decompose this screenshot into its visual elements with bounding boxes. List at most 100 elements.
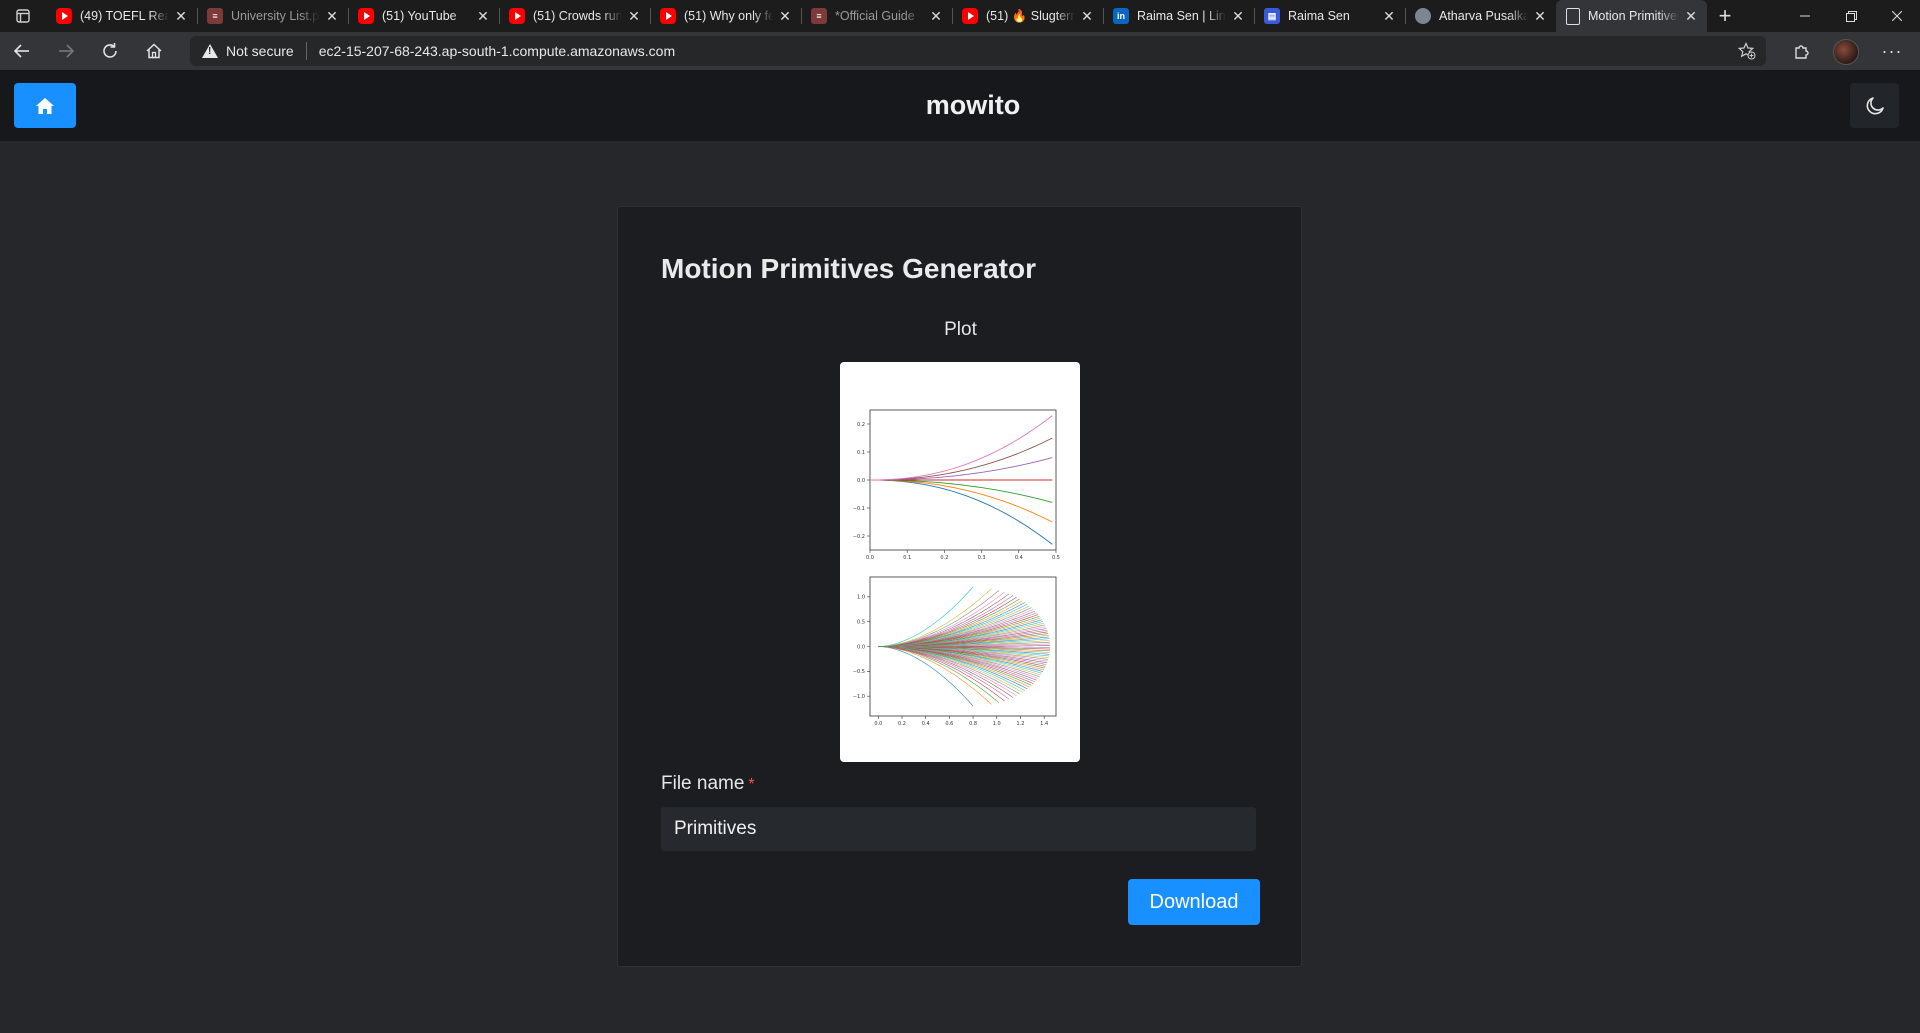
- tab-title: Motion Primitives: [1588, 9, 1679, 23]
- plot-label: Plot: [944, 319, 977, 340]
- more-icon: ···: [1881, 40, 1903, 61]
- minimize-button[interactable]: [1782, 0, 1828, 32]
- tab-title: (51) 🔥 Slugterra: [986, 8, 1075, 23]
- puzzle-icon: [1795, 45, 1809, 59]
- extensions-button[interactable]: [1782, 32, 1822, 70]
- y-tick-label: 0.5: [857, 619, 865, 625]
- youtube-icon: [660, 8, 676, 24]
- globe-icon: [1415, 8, 1431, 24]
- browser-tab[interactable]: in Raima Sen | LinkedIn ✕: [1103, 0, 1254, 32]
- browser-tab[interactable]: (51) Why only fe ✕: [650, 0, 801, 32]
- house-icon: [146, 43, 162, 59]
- browser-tab[interactable]: ▤ Raima Sen ✕: [1254, 0, 1405, 32]
- tab-close-icon[interactable]: ✕: [1683, 8, 1699, 25]
- tab-list: (49) TOEFL Reading ✕ ≡ University List.pdf ✕…: [46, 0, 1707, 32]
- security-label: Not secure: [226, 43, 294, 59]
- tab-close-icon[interactable]: ✕: [475, 8, 491, 25]
- browser-tab[interactable]: ≡ *Official Guide ✕: [801, 0, 952, 32]
- browser-tab[interactable]: ≡ University List.pdf ✕: [197, 0, 348, 32]
- y-tick-label: 0.1: [857, 450, 865, 456]
- browser-tab[interactable]: (51) YouTube ✕: [348, 0, 499, 32]
- y-tick-label: −1.0: [853, 694, 865, 700]
- back-button[interactable]: [0, 32, 44, 70]
- browser-tab[interactable]: (51) 🔥 Slugterra ✕: [952, 0, 1103, 32]
- y-tick-label: −0.5: [853, 669, 865, 675]
- download-button[interactable]: Download: [1128, 879, 1260, 925]
- close-window-button[interactable]: [1874, 0, 1920, 32]
- site-info-button[interactable]: Not secure: [190, 43, 294, 59]
- tab-close-icon[interactable]: ✕: [173, 8, 189, 25]
- x-tick-label: 0.8: [969, 721, 977, 727]
- app-header: mowito: [0, 70, 1920, 141]
- window-controls: [1782, 0, 1920, 32]
- document-icon: ≡: [811, 8, 827, 24]
- document-icon: ≡: [207, 8, 223, 24]
- primitives-plot: 0.0 0.1 0.2 0.3 0.4 0.5 0.2 0.1 0.0 −0.1 −0.2 0.0 0.…: [853, 409, 1060, 727]
- y-tick-label: 0.0: [857, 478, 865, 484]
- address-bar[interactable]: Not secure ec2-15-207-68-243.ap-south-1.…: [190, 36, 1766, 66]
- tab-title: (51) YouTube: [382, 9, 457, 23]
- url-text[interactable]: ec2-15-207-68-243.ap-south-1.compute.ama…: [319, 43, 675, 59]
- theme-toggle-button[interactable]: [1850, 83, 1899, 128]
- tab-title: University List.pdf: [231, 9, 320, 23]
- x-tick-label: 0.4: [1015, 555, 1023, 561]
- browser-menu-button[interactable]: ···: [1872, 32, 1912, 70]
- brand-title: mowito: [925, 90, 1021, 120]
- tab-close-icon[interactable]: ✕: [928, 8, 944, 25]
- restore-button[interactable]: [1828, 0, 1874, 32]
- y-tick-label: −0.2: [853, 534, 865, 540]
- new-tab-button[interactable]: +: [1707, 0, 1743, 32]
- browser-tab[interactable]: (51) Crowds run ✕: [499, 0, 650, 32]
- profile-avatar[interactable]: [1833, 39, 1859, 65]
- tab-close-icon[interactable]: ✕: [1079, 8, 1095, 25]
- generator-card: Motion Primitives Generator Plot 0.0 0.1 0…: [617, 206, 1302, 967]
- tab-close-icon[interactable]: ✕: [1381, 8, 1397, 25]
- x-tick-label: 0.1: [903, 555, 911, 561]
- arrow-left-icon: [13, 44, 29, 58]
- browser-toolbar: Not secure ec2-15-207-68-243.ap-south-1.…: [0, 32, 1920, 70]
- arrow-right-icon: [59, 44, 75, 58]
- reload-button[interactable]: [88, 32, 132, 70]
- tab-close-icon[interactable]: ✕: [626, 8, 642, 25]
- browser-tab[interactable]: Atharva Pusalkar ✕: [1405, 0, 1556, 32]
- x-tick-label: 1.4: [1040, 721, 1048, 727]
- x-tick-label: 0.6: [945, 721, 953, 727]
- x-tick-label: 0.4: [922, 721, 930, 727]
- file-name-input[interactable]: [661, 807, 1256, 851]
- required-mark: *: [748, 776, 755, 793]
- restore-icon: [1845, 10, 1857, 22]
- tab-title: (49) TOEFL Reading: [80, 9, 169, 23]
- y-tick-label: 0.0: [857, 644, 865, 650]
- youtube-icon: [509, 8, 525, 24]
- x-tick-label: 0.0: [866, 555, 874, 561]
- tab-close-icon[interactable]: ✕: [324, 8, 340, 25]
- minimize-icon: [1800, 15, 1810, 17]
- forward-button[interactable]: [44, 32, 88, 70]
- star-add-icon: [1737, 42, 1756, 60]
- tab-close-icon[interactable]: ✕: [777, 8, 793, 25]
- y-tick-label: 1.0: [857, 595, 865, 601]
- browser-tab[interactable]: Motion Primitives ✕: [1556, 0, 1707, 32]
- plot-image: 0.0 0.1 0.2 0.3 0.4 0.5 0.2 0.1 0.0 −0.1 −0.2 0.0 0.…: [840, 362, 1080, 762]
- warning-icon: [202, 44, 218, 58]
- browser-tab[interactable]: (49) TOEFL Reading ✕: [46, 0, 197, 32]
- home-page-button[interactable]: [132, 32, 176, 70]
- y-tick-label: 0.2: [857, 422, 865, 428]
- plus-icon: +: [1718, 3, 1732, 28]
- page-title: Motion Primitives Generator: [661, 253, 1036, 284]
- file-name-label: File name *: [661, 773, 755, 795]
- add-favorite-button[interactable]: [1737, 42, 1756, 65]
- x-tick-label: 0.2: [940, 555, 948, 561]
- news-icon: ▤: [1264, 8, 1280, 24]
- tab-actions-button[interactable]: [0, 0, 46, 32]
- tab-close-icon[interactable]: ✕: [1532, 8, 1548, 25]
- x-tick-label: 0.2: [898, 721, 906, 727]
- tab-actions-icon: [16, 9, 30, 23]
- x-tick-label: 0.5: [1052, 555, 1060, 561]
- tab-close-icon[interactable]: ✕: [1230, 8, 1246, 25]
- youtube-icon: [962, 8, 978, 24]
- tab-title: Raima Sen: [1288, 9, 1350, 23]
- address-divider: [305, 42, 307, 60]
- x-tick-label: 0.0: [874, 721, 882, 727]
- browser-tab-strip: (49) TOEFL Reading ✕ ≡ University List.pdf ✕…: [0, 0, 1920, 32]
